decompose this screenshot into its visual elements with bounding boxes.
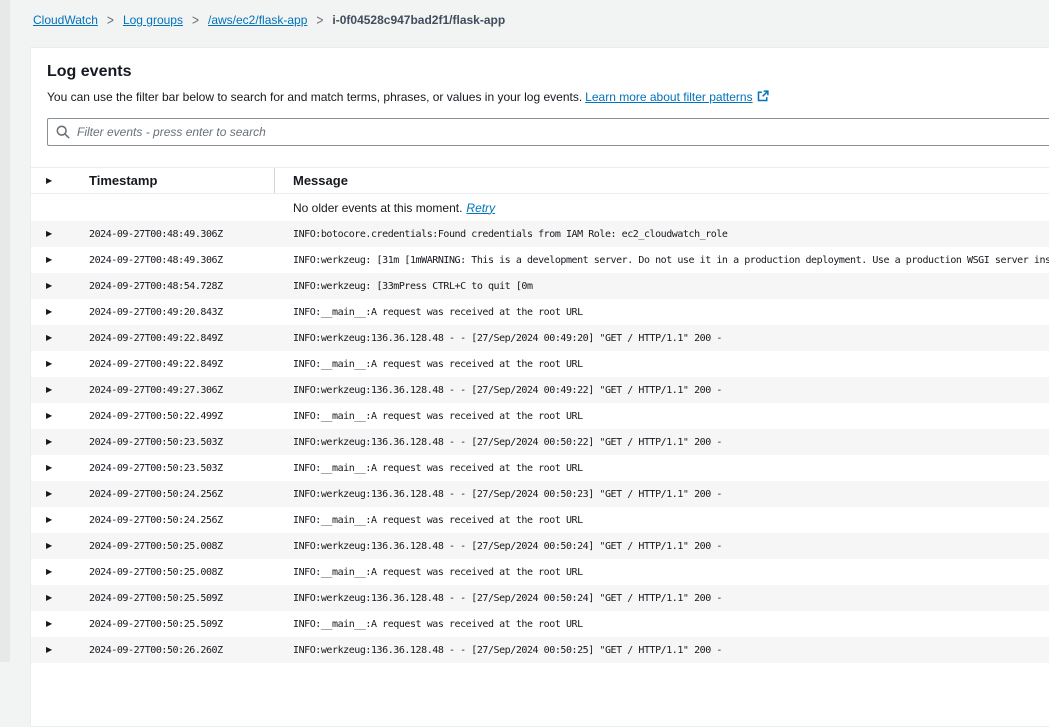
message-cell: INFO:botocore.credentials:Found credenti… (274, 229, 1049, 240)
table-row: ▶ 2024-09-27T00:49:22.849Z INFO:__main__… (31, 351, 1049, 377)
expand-row-icon[interactable]: ▶ (31, 594, 89, 602)
breadcrumb-link[interactable]: Log groups (123, 13, 183, 27)
breadcrumb-link[interactable]: CloudWatch (33, 13, 98, 27)
table-row: ▶ 2024-09-27T00:50:25.509Z INFO:werkzeug… (31, 585, 1049, 611)
expand-row-icon[interactable]: ▶ (31, 438, 89, 446)
left-gutter (0, 0, 10, 662)
timestamp-cell: 2024-09-27T00:48:49.306Z (89, 229, 274, 240)
expand-row-icon[interactable]: ▶ (31, 464, 89, 472)
message-cell: INFO:werkzeug:136.36.128.48 - - [27/Sep/… (274, 645, 1049, 656)
expand-row-icon[interactable]: ▶ (31, 282, 89, 290)
table-row: ▶ 2024-09-27T00:50:23.503Z INFO:werkzeug… (31, 429, 1049, 455)
table-header-row: ▶ Timestamp Message (31, 167, 1049, 194)
timestamp-cell: 2024-09-27T00:49:20.843Z (89, 307, 274, 318)
filter-events-bar (47, 118, 1049, 146)
message-cell: INFO:werkzeug: [31m [1mWARNING: This is … (274, 255, 1049, 266)
filter-events-input[interactable] (77, 119, 1049, 145)
table-row: ▶ 2024-09-27T00:48:54.728Z INFO:werkzeug… (31, 273, 1049, 299)
table-row: ▶ 2024-09-27T00:50:22.499Z INFO:__main__… (31, 403, 1049, 429)
breadcrumb-current: i-0f04528c947bad2f1/flask-app (332, 13, 505, 27)
table-row: ▶ 2024-09-27T00:50:25.008Z INFO:werkzeug… (31, 533, 1049, 559)
message-cell: INFO:__main__:A request was received at … (274, 307, 1049, 318)
message-cell: INFO:werkzeug:136.36.128.48 - - [27/Sep/… (274, 489, 1049, 500)
panel-description: You can use the filter bar below to sear… (47, 90, 1049, 105)
timestamp-cell: 2024-09-27T00:50:23.503Z (89, 463, 274, 474)
expand-row-icon[interactable]: ▶ (31, 568, 89, 576)
message-cell: INFO:werkzeug:136.36.128.48 - - [27/Sep/… (274, 437, 1049, 448)
external-link-icon (757, 90, 769, 102)
expand-row-icon[interactable]: ▶ (31, 490, 89, 498)
table-row: ▶ 2024-09-27T00:50:24.256Z INFO:__main__… (31, 507, 1049, 533)
expand-row-icon[interactable]: ▶ (31, 230, 89, 238)
table-row: ▶ 2024-09-27T00:50:25.008Z INFO:__main__… (31, 559, 1049, 585)
message-cell: INFO:werkzeug:136.36.128.48 - - [27/Sep/… (274, 385, 1049, 396)
expand-all-icon[interactable]: ▶ (31, 177, 89, 185)
table-row: ▶ 2024-09-27T00:48:49.306Z INFO:werkzeug… (31, 247, 1049, 273)
timestamp-cell: 2024-09-27T00:49:27.306Z (89, 385, 274, 396)
column-header-message: Message (274, 168, 1049, 193)
timestamp-cell: 2024-09-27T00:50:26.260Z (89, 645, 274, 656)
expand-row-icon[interactable]: ▶ (31, 308, 89, 316)
breadcrumb: CloudWatch > Log groups > /aws/ec2/flask-app… (33, 13, 505, 27)
log-events-panel: Log events You can use the filter bar be… (30, 47, 1049, 727)
message-cell: INFO:werkzeug:136.36.128.48 - - [27/Sep/… (274, 333, 1049, 344)
timestamp-cell: 2024-09-27T00:48:54.728Z (89, 281, 274, 292)
timestamp-cell: 2024-09-27T00:50:22.499Z (89, 411, 274, 422)
breadcrumb-separator-icon: > (107, 11, 114, 29)
expand-row-icon[interactable]: ▶ (31, 386, 89, 394)
page-title: Log events (47, 62, 1049, 81)
breadcrumb-separator-icon: > (316, 11, 323, 29)
no-older-events-row: No older events at this moment. Retry (31, 194, 1049, 221)
column-header-timestamp: Timestamp (89, 173, 274, 188)
expand-row-icon[interactable]: ▶ (31, 412, 89, 420)
expand-row-icon[interactable]: ▶ (31, 360, 89, 368)
timestamp-cell: 2024-09-27T00:50:25.008Z (89, 567, 274, 578)
message-cell: INFO:__main__:A request was received at … (274, 567, 1049, 578)
breadcrumb-link[interactable]: /aws/ec2/flask-app (208, 13, 307, 27)
timestamp-cell: 2024-09-27T00:50:25.509Z (89, 593, 274, 604)
table-row: ▶ 2024-09-27T00:49:27.306Z INFO:werkzeug… (31, 377, 1049, 403)
expand-row-icon[interactable]: ▶ (31, 334, 89, 342)
table-row: ▶ 2024-09-27T00:49:22.849Z INFO:werkzeug… (31, 325, 1049, 351)
message-cell: INFO:werkzeug:136.36.128.48 - - [27/Sep/… (274, 541, 1049, 552)
message-cell: INFO:werkzeug:136.36.128.48 - - [27/Sep/… (274, 593, 1049, 604)
table-row: ▶ 2024-09-27T00:49:20.843Z INFO:__main__… (31, 299, 1049, 325)
expand-row-icon[interactable]: ▶ (31, 256, 89, 264)
log-rows-container: ▶ 2024-09-27T00:48:49.306Z INFO:botocore… (31, 221, 1049, 663)
table-row: ▶ 2024-09-27T00:50:24.256Z INFO:werkzeug… (31, 481, 1049, 507)
timestamp-cell: 2024-09-27T00:49:22.849Z (89, 333, 274, 344)
table-row: ▶ 2024-09-27T00:50:23.503Z INFO:__main__… (31, 455, 1049, 481)
timestamp-cell: 2024-09-27T00:48:49.306Z (89, 255, 274, 266)
timestamp-cell: 2024-09-27T00:50:23.503Z (89, 437, 274, 448)
timestamp-cell: 2024-09-27T00:50:25.509Z (89, 619, 274, 630)
timestamp-cell: 2024-09-27T00:50:25.008Z (89, 541, 274, 552)
expand-row-icon[interactable]: ▶ (31, 542, 89, 550)
message-cell: INFO:__main__:A request was received at … (274, 619, 1049, 630)
search-icon (56, 125, 70, 139)
table-row: ▶ 2024-09-27T00:48:49.306Z INFO:botocore… (31, 221, 1049, 247)
log-events-table: ▶ Timestamp Message No older events at t… (31, 167, 1049, 663)
expand-row-icon[interactable]: ▶ (31, 516, 89, 524)
message-cell: INFO:__main__:A request was received at … (274, 515, 1049, 526)
retry-link[interactable]: Retry (466, 201, 495, 215)
timestamp-cell: 2024-09-27T00:50:24.256Z (89, 515, 274, 526)
expand-row-icon[interactable]: ▶ (31, 646, 89, 654)
message-cell: INFO:werkzeug: [33mPress CTRL+C to quit … (274, 281, 1049, 292)
table-row: ▶ 2024-09-27T00:50:25.509Z INFO:__main__… (31, 611, 1049, 637)
message-cell: INFO:__main__:A request was received at … (274, 359, 1049, 370)
timestamp-cell: 2024-09-27T00:50:24.256Z (89, 489, 274, 500)
learn-more-link[interactable]: Learn more about filter patterns (585, 90, 752, 104)
timestamp-cell: 2024-09-27T00:49:22.849Z (89, 359, 274, 370)
message-cell: INFO:__main__:A request was received at … (274, 411, 1049, 422)
breadcrumb-separator-icon: > (192, 11, 199, 29)
message-cell: INFO:__main__:A request was received at … (274, 463, 1049, 474)
expand-row-icon[interactable]: ▶ (31, 620, 89, 628)
table-row: ▶ 2024-09-27T00:50:26.260Z INFO:werkzeug… (31, 637, 1049, 663)
no-older-events-text: No older events at this moment. (293, 201, 462, 215)
description-text: You can use the filter bar below to sear… (47, 90, 582, 104)
